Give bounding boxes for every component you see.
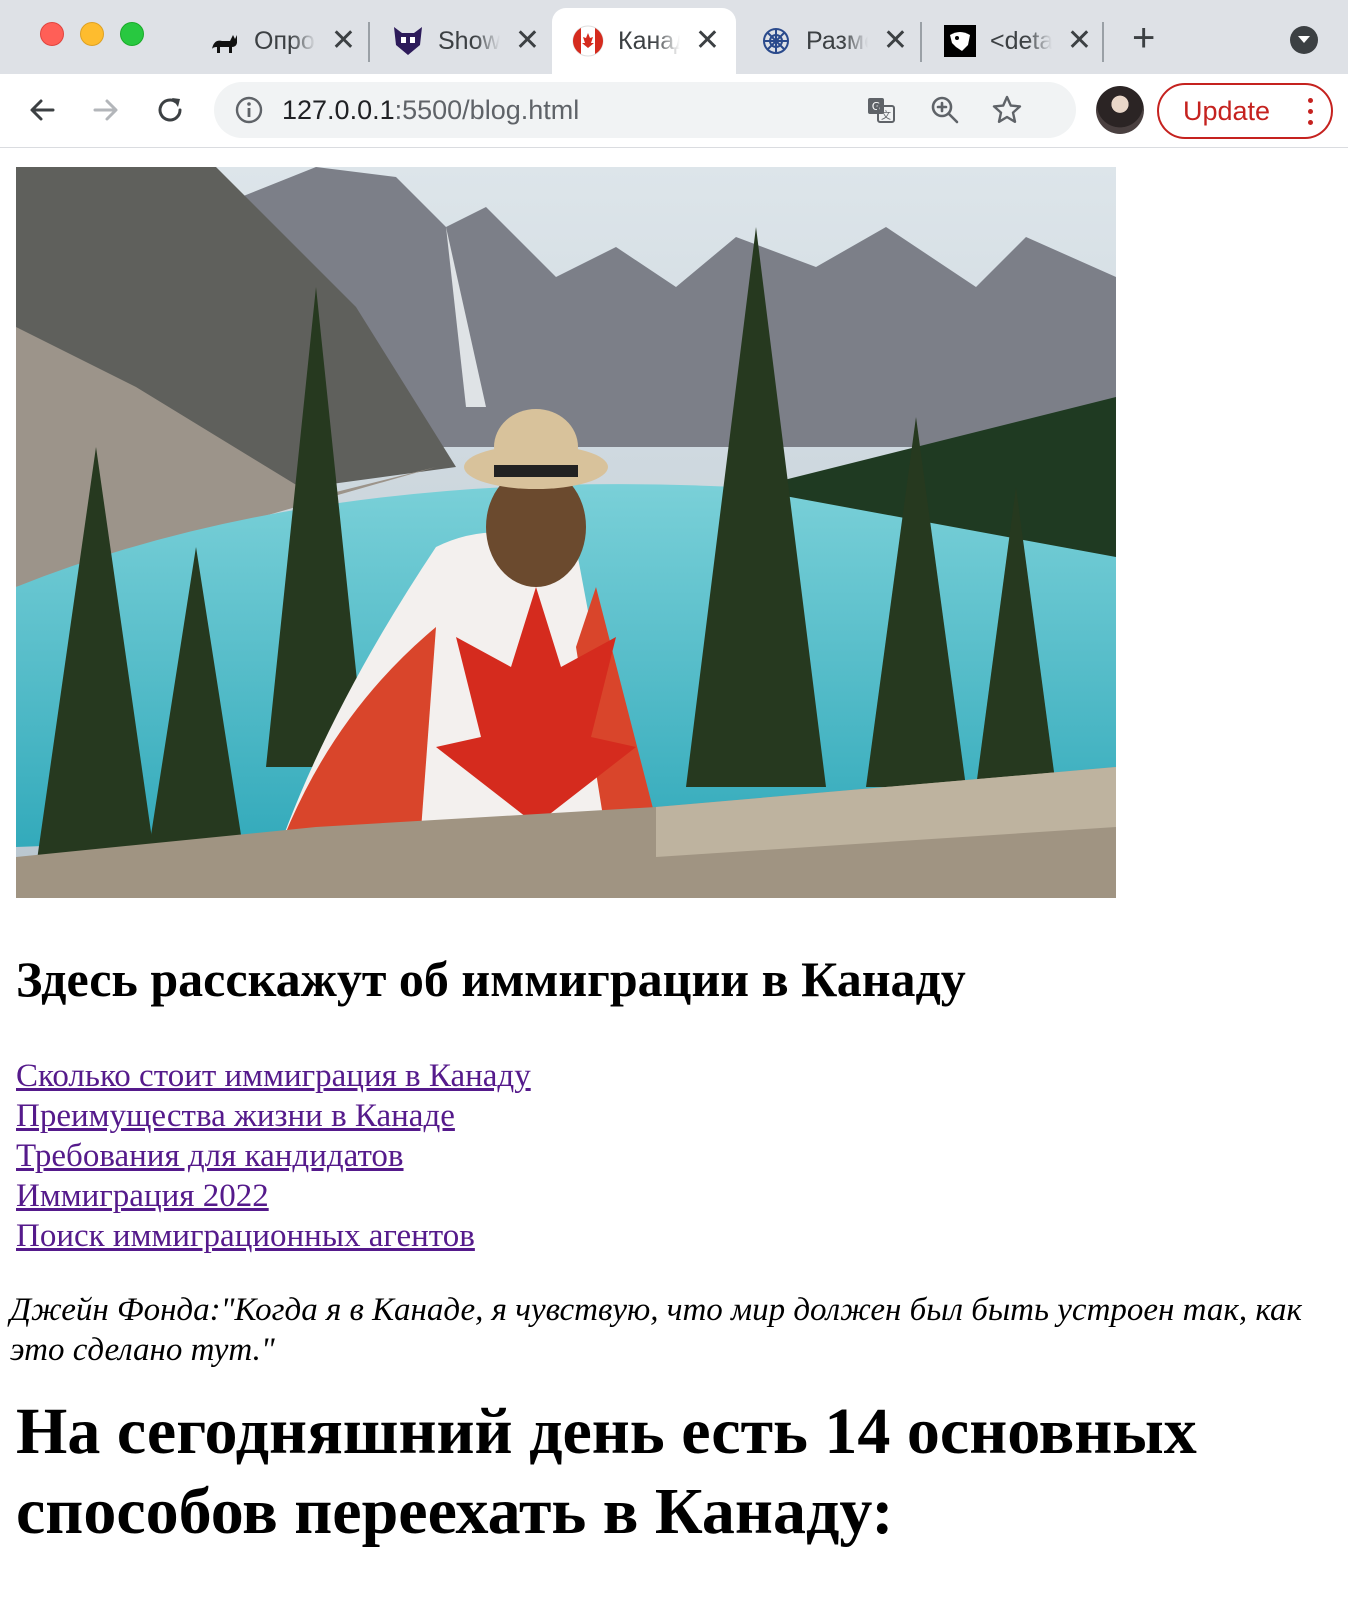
url-host: 127.0.0.1: [282, 94, 395, 125]
tab-strip: Опрос ✕ Show ✕ Канада ✕ Разметка ✕ <deta…: [0, 0, 1348, 74]
cat-icon: [208, 25, 240, 57]
link-find-agents[interactable]: Поиск иммиграционных агентов: [16, 1216, 531, 1256]
close-window-button[interactable]: [40, 22, 64, 46]
tab-title: Канада: [618, 26, 680, 55]
page-heading: На сегодняшний день есть 14 основных спо…: [16, 1395, 1197, 1548]
url-text[interactable]: 127.0.0.1:5500/blog.html: [282, 95, 579, 126]
tab-title: <details>: [990, 26, 1052, 55]
reload-button[interactable]: [148, 88, 192, 132]
forward-button[interactable]: [84, 88, 128, 132]
browser-toolbar: 127.0.0.1:5500/blog.html G文 Update: [0, 74, 1348, 148]
tab-title: Show: [438, 26, 500, 55]
close-tab-icon[interactable]: ✕: [1067, 26, 1092, 56]
chevron-down-icon: [1298, 36, 1310, 43]
tab-title: Опрос: [254, 26, 316, 55]
close-tab-icon[interactable]: ✕: [695, 26, 720, 56]
tab-separator: [368, 22, 370, 62]
update-label: Update: [1183, 95, 1271, 126]
tab-3-active[interactable]: Канада ✕: [552, 8, 736, 74]
link-immigration-2022[interactable]: Иммиграция 2022: [16, 1176, 531, 1216]
profile-avatar[interactable]: [1096, 86, 1144, 134]
close-tab-icon[interactable]: ✕: [883, 26, 908, 56]
page-subtitle: Здесь расскажут об иммиграции в Канаду: [16, 951, 966, 1007]
arrow-right-icon: [93, 99, 118, 121]
tab-separator: [920, 22, 922, 62]
address-bar[interactable]: 127.0.0.1:5500/blog.html G文: [214, 82, 1076, 138]
svg-text:文: 文: [881, 109, 891, 122]
tab-title: Разметка: [806, 26, 868, 55]
monster-icon: [392, 25, 424, 57]
zoom-icon[interactable]: [930, 95, 960, 125]
tab-5[interactable]: <details> ✕: [924, 8, 1108, 74]
mask-icon: [944, 25, 976, 57]
tab-1[interactable]: Опрос ✕: [188, 8, 372, 74]
tab-search-button[interactable]: [1290, 26, 1318, 54]
tab-4[interactable]: Разметка ✕: [740, 8, 924, 74]
close-tab-icon[interactable]: ✕: [331, 26, 356, 56]
tab-separator: [1102, 22, 1104, 62]
quote: Джейн Фонда:"Когда я в Канаде, я чувству…: [10, 1292, 1302, 1368]
translate-icon[interactable]: G文: [866, 95, 896, 125]
close-tab-icon[interactable]: ✕: [515, 26, 540, 56]
update-button[interactable]: Update: [1157, 83, 1333, 139]
info-icon[interactable]: [234, 95, 264, 125]
minimize-window-button[interactable]: [80, 22, 104, 46]
reload-icon: [158, 98, 182, 122]
url-path: :5500/blog.html: [394, 94, 580, 125]
more-menu-icon[interactable]: [1308, 98, 1313, 125]
bookmark-star-icon[interactable]: [992, 95, 1022, 125]
new-tab-button[interactable]: +: [1132, 18, 1155, 58]
link-candidate-requirements[interactable]: Требования для кандидатов: [16, 1136, 531, 1176]
link-immigration-cost[interactable]: Сколько стоит иммиграция в Канаду: [16, 1056, 531, 1096]
hero-image: [16, 167, 1116, 898]
canada-flag-icon: [572, 25, 604, 57]
maximize-window-button[interactable]: [120, 22, 144, 46]
tab-2[interactable]: Show ✕: [372, 8, 556, 74]
back-button[interactable]: [20, 88, 64, 132]
arrow-left-icon: [30, 99, 55, 121]
article-links: Сколько стоит иммиграция в Канаду Преиму…: [16, 1056, 531, 1256]
web-icon: [760, 25, 792, 57]
link-life-advantages[interactable]: Преимущества жизни в Канаде: [16, 1096, 531, 1136]
page-content: Здесь расскажут об иммиграции в Канаду С…: [0, 148, 1348, 1619]
